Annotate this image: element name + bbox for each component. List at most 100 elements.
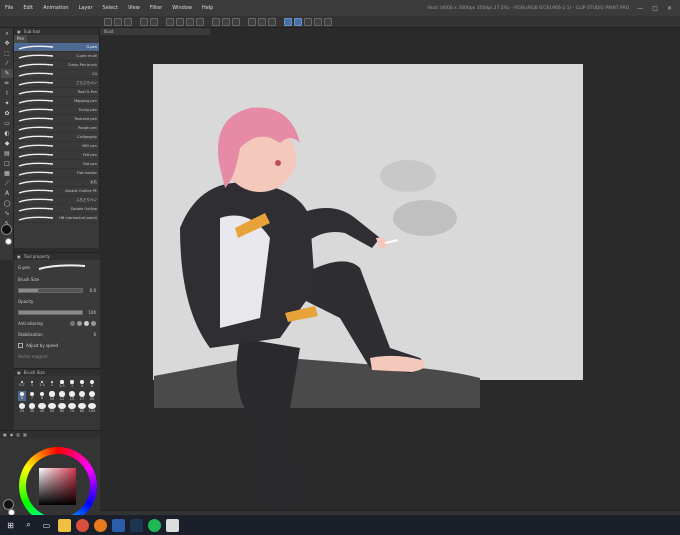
redo-icon[interactable] <box>150 17 158 26</box>
brush-item[interactable]: Felt pen <box>14 151 99 160</box>
canvas-tab[interactable]: Illust <box>100 28 210 35</box>
brush-size-option[interactable]: 17 <box>78 391 86 401</box>
brush-item[interactable]: Mapping pen <box>14 97 99 106</box>
aa-strong-option[interactable] <box>91 321 96 326</box>
brush-item[interactable]: Calligraphy <box>14 133 99 142</box>
brush-size-option[interactable]: 70 <box>68 403 76 413</box>
brush-size-option[interactable]: 60 <box>58 403 66 413</box>
menu-filter[interactable]: Filter <box>145 5 167 11</box>
brush-item[interactable]: Textured pen <box>14 115 99 124</box>
task-view-icon[interactable]: ▭ <box>40 519 53 532</box>
transform-icon[interactable] <box>196 17 204 26</box>
menu-file[interactable]: File <box>0 5 18 11</box>
open-file-icon[interactable] <box>114 17 122 26</box>
brush-size-option[interactable]: 30 <box>28 403 36 413</box>
tab-pen[interactable]: Pen <box>14 35 28 43</box>
saturation-value-box[interactable] <box>39 468 76 505</box>
color-wheel-tab-icon[interactable]: ◉ <box>10 432 14 437</box>
menu-help[interactable]: Help <box>197 5 218 11</box>
brush-size-option[interactable]: 40 <box>38 403 46 413</box>
menu-layer[interactable]: Layer <box>74 5 98 11</box>
settings-icon[interactable] <box>324 17 332 26</box>
clear-outside-icon[interactable] <box>176 17 184 26</box>
menu-edit[interactable]: Edit <box>18 5 38 11</box>
anti-aliasing-options[interactable] <box>70 321 96 326</box>
line-correction-icon[interactable]: ∿ <box>1 209 13 218</box>
brush-size-slider[interactable] <box>18 288 83 293</box>
brush-size-option[interactable]: 6 <box>18 391 26 401</box>
eraser-icon[interactable]: ▭ <box>1 119 13 128</box>
airbrush-icon[interactable]: ✦ <box>1 99 13 108</box>
brush-item[interactable]: 太丸 <box>14 178 99 187</box>
menu-view[interactable]: View <box>123 5 145 11</box>
brush-item[interactable]: HB mechanical pencil <box>14 214 99 223</box>
brush-size-option[interactable]: 12 <box>58 391 66 401</box>
brush-item[interactable]: Rough pen <box>14 124 99 133</box>
brush-size-option[interactable]: 4 <box>78 379 86 389</box>
new-file-icon[interactable] <box>104 17 112 26</box>
brush-size-option[interactable]: 5 <box>88 379 96 389</box>
snap-grid-icon[interactable] <box>268 17 276 26</box>
maximize-button[interactable]: □ <box>652 5 658 12</box>
windows-icon[interactable]: ⊞ <box>4 519 17 532</box>
opacity-slider[interactable] <box>18 310 83 315</box>
brush-item[interactable]: G3 <box>14 70 99 79</box>
aa-medium-option[interactable] <box>84 321 89 326</box>
brush-icon[interactable]: ⌇ <box>1 89 13 98</box>
aa-none-option[interactable] <box>70 321 75 326</box>
menu-animation[interactable]: Animation <box>38 5 74 11</box>
file-explorer-icon[interactable] <box>58 518 71 532</box>
figure-icon[interactable]: □ <box>1 159 13 168</box>
show-selection-icon[interactable] <box>232 17 240 26</box>
chrome-icon[interactable] <box>76 518 89 532</box>
brush-size-option[interactable]: 100 <box>88 403 96 413</box>
steam-icon[interactable] <box>130 518 143 532</box>
brush-item[interactable]: Dot pen <box>14 160 99 169</box>
color-slider-tab-icon[interactable]: ▥ <box>16 432 20 437</box>
clip-paint-icon[interactable] <box>166 518 179 532</box>
fill-icon[interactable] <box>186 17 194 26</box>
menu-window[interactable]: Window <box>167 5 197 11</box>
brush-size-option[interactable]: 0.7 <box>18 379 26 389</box>
move-icon[interactable]: ✥ <box>1 39 13 48</box>
brush-item[interactable]: Milli pen <box>14 142 99 151</box>
brush-item[interactable]: Real G-Pen <box>14 88 99 97</box>
brush-item[interactable]: Double Outline PE <box>14 187 99 196</box>
decoration-icon[interactable]: ✿ <box>1 109 13 118</box>
undo-icon[interactable] <box>140 17 148 26</box>
save-icon[interactable] <box>124 17 132 26</box>
menu-select[interactable]: Select <box>98 5 123 11</box>
eyedropper-icon[interactable]: ⁄ <box>1 59 13 68</box>
text-icon[interactable]: A <box>1 189 13 198</box>
brush-size-option[interactable]: 20 <box>88 391 96 401</box>
blend-icon[interactable]: ◐ <box>1 129 13 138</box>
aa-weak-option[interactable] <box>77 321 82 326</box>
invert-selection-icon[interactable] <box>222 17 230 26</box>
main-color-swatch[interactable] <box>1 224 12 235</box>
balloon-icon[interactable]: ◯ <box>1 199 13 208</box>
brush-size-option[interactable]: 3 <box>68 379 76 389</box>
deselect-icon[interactable] <box>212 17 220 26</box>
frame-icon[interactable]: ▦ <box>1 169 13 178</box>
pencil-icon[interactable]: ✏ <box>1 79 13 88</box>
brush-size-option[interactable]: 15 <box>68 391 76 401</box>
snap-special-ruler-icon[interactable] <box>258 17 266 26</box>
ruler-icon[interactable]: ⟋ <box>1 179 13 188</box>
brush-item[interactable]: G-pen multi <box>14 52 99 61</box>
search-icon[interactable]: ⌕ <box>22 519 35 532</box>
gradient-icon[interactable]: ▤ <box>1 149 13 158</box>
sub-color-swatch[interactable] <box>5 238 12 245</box>
color-set-tab-icon[interactable]: ▦ <box>23 432 27 437</box>
photoshop-icon[interactable] <box>112 518 125 532</box>
brush-size-option[interactable]: 25 <box>18 403 26 413</box>
snap-ruler-icon[interactable] <box>248 17 256 26</box>
pen-icon[interactable]: ✎ <box>1 69 13 78</box>
brush-item[interactable]: G-pen <box>14 43 99 52</box>
brush-item[interactable]: Flat marker <box>14 169 99 178</box>
brush-size-option[interactable]: 7 <box>28 391 36 401</box>
brush-size-option[interactable]: 10 <box>48 391 56 401</box>
brush-size-option[interactable]: 80 <box>78 403 86 413</box>
magnifier-icon[interactable]: ⌕ <box>1 29 13 38</box>
brush-item[interactable]: さらさらペン <box>14 79 99 88</box>
brush-size-option[interactable]: 2.5 <box>58 379 66 389</box>
